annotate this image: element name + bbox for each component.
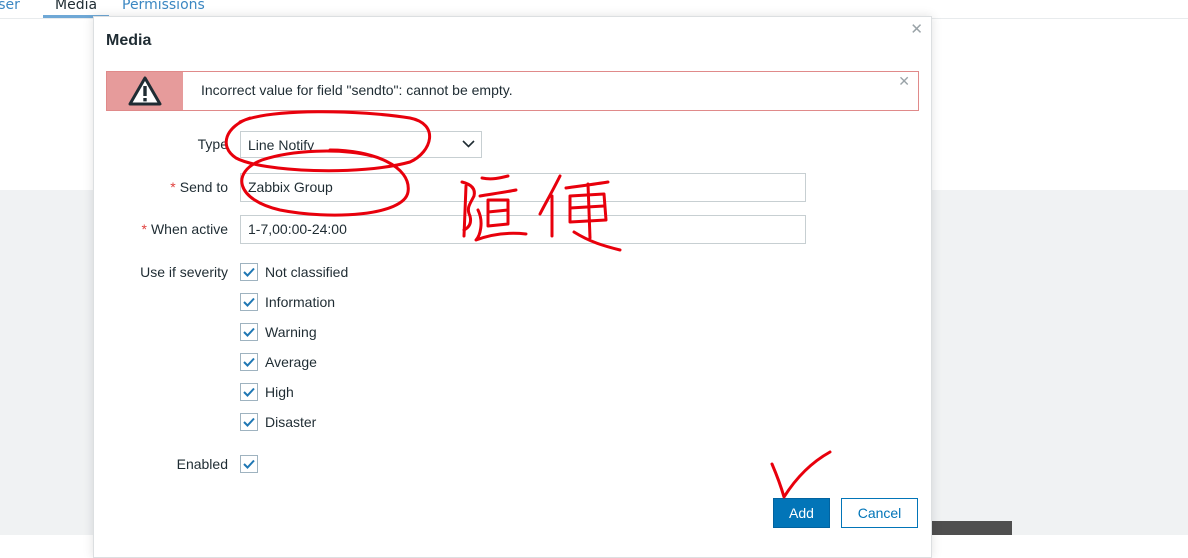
type-select-value: Line Notify: [248, 137, 315, 153]
checkmark-icon: [243, 267, 255, 277]
checkmark-icon: [243, 327, 255, 337]
error-message-text: Incorrect value for field "sendto": cann…: [201, 82, 513, 98]
checkmark-icon: [243, 417, 255, 427]
add-button[interactable]: Add: [773, 498, 830, 528]
checkbox[interactable]: [240, 383, 258, 401]
checkbox-label: Warning: [265, 324, 317, 340]
checkmark-icon: [243, 357, 255, 367]
tab-permissions[interactable]: Permissions: [122, 0, 205, 15]
dialog-title: Media: [106, 32, 152, 49]
when-active-label: * When active: [141, 221, 229, 237]
type-label: Type: [197, 136, 228, 152]
checkbox[interactable]: [240, 413, 258, 431]
close-icon[interactable]: ✕: [910, 20, 923, 38]
cancel-button[interactable]: Cancel: [841, 498, 918, 528]
checkbox-label: Not classified: [265, 264, 349, 280]
send-to-label: * Send to: [170, 179, 228, 195]
error-message: Incorrect value for field "sendto": cann…: [106, 71, 919, 111]
warning-icon: [128, 76, 162, 106]
enabled-checkbox[interactable]: [240, 455, 258, 473]
tab-user[interactable]: User: [0, 0, 20, 15]
checkbox-label: Information: [265, 294, 336, 310]
checkmark-icon: [243, 297, 255, 307]
send-to-input[interactable]: Zabbix Group: [240, 173, 806, 202]
severity-label: Use if severity: [140, 264, 228, 280]
error-icon-box: [107, 72, 183, 110]
checkbox-label: Average: [265, 354, 317, 370]
type-select[interactable]: Line Notify: [240, 131, 482, 158]
checkbox[interactable]: [240, 293, 258, 311]
checkbox-label: High: [265, 384, 294, 400]
chevron-down-icon: [462, 140, 475, 148]
when-active-input[interactable]: 1-7,00:00-24:00: [240, 215, 806, 244]
media-dialog: Media ✕ Incorrect value for field "sendt…: [93, 16, 932, 558]
checkbox-label: Disaster: [265, 414, 317, 430]
checkbox[interactable]: [240, 353, 258, 371]
checkmark-icon: [243, 387, 255, 397]
enabled-label: Enabled: [176, 456, 228, 472]
checkbox[interactable]: [240, 263, 258, 281]
checkbox[interactable]: [240, 323, 258, 341]
message-close-icon[interactable]: ✕: [898, 74, 910, 90]
checkmark-icon: [243, 459, 255, 469]
